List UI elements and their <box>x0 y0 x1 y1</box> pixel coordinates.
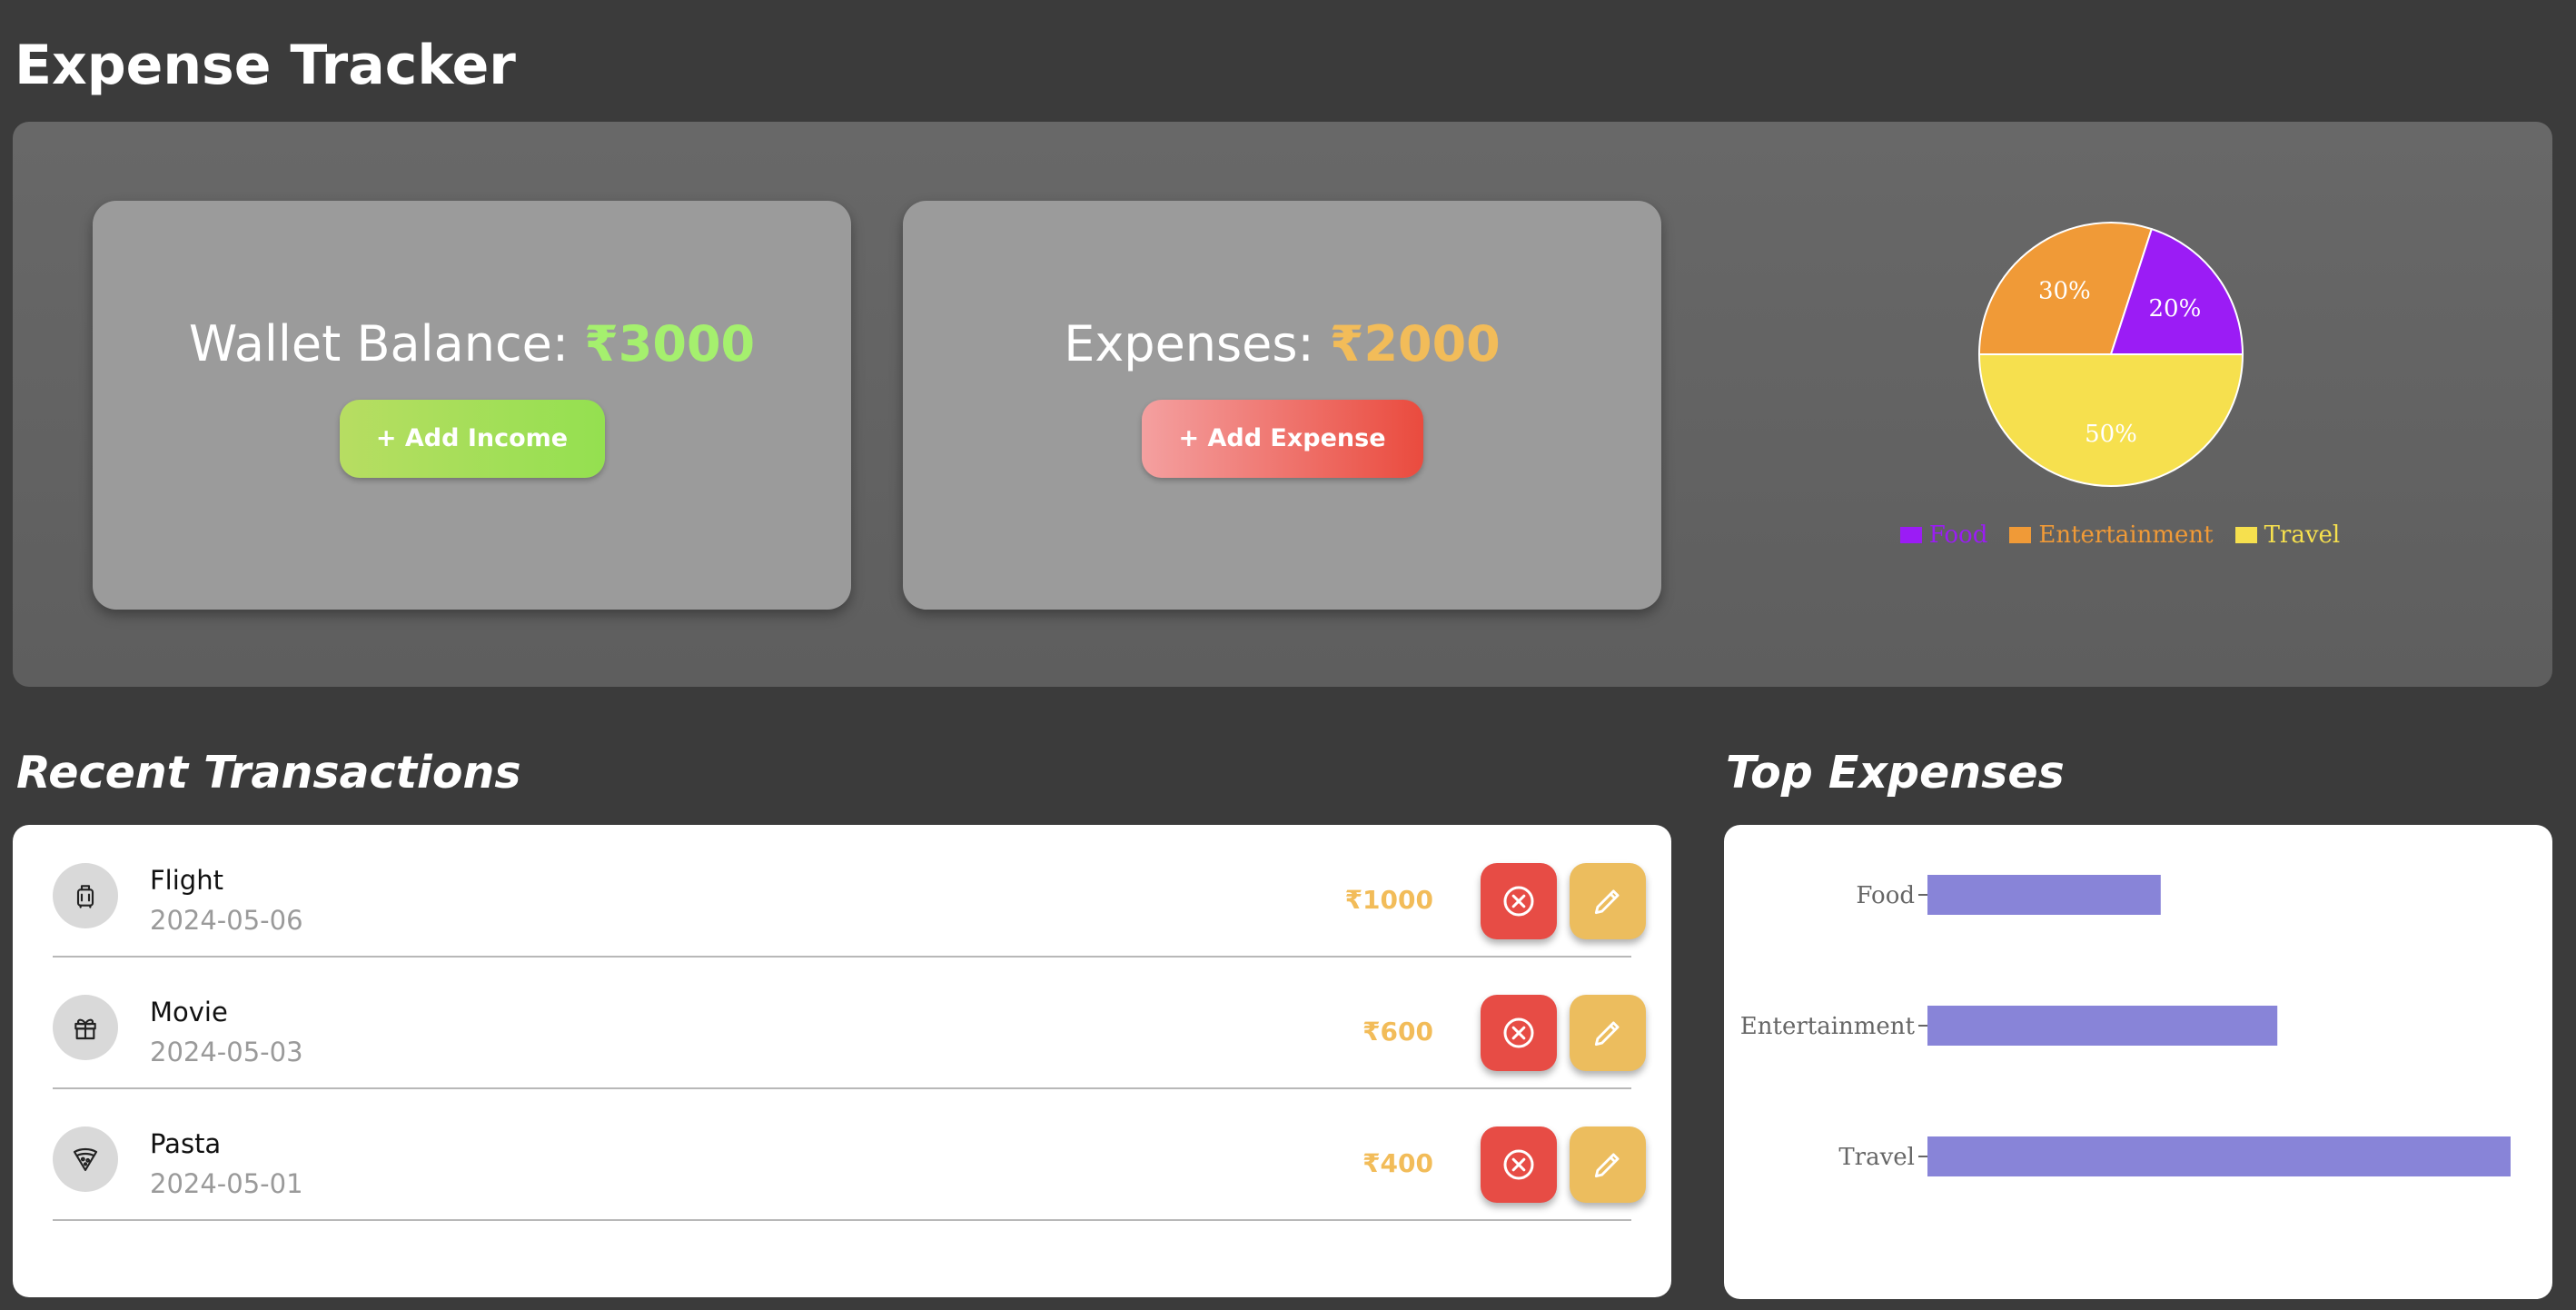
pencil-icon <box>1594 889 1620 915</box>
add-income-button[interactable]: + Add Income <box>339 399 605 478</box>
top-expenses-panel: Food Entertainment Travel <box>1724 825 2552 1299</box>
luggage-icon <box>53 863 118 928</box>
transaction-date: 2024-05-01 <box>150 1168 303 1199</box>
gift-icon <box>53 995 118 1060</box>
close-circle-icon <box>1503 1149 1534 1180</box>
wallet-balance-amount: ₹3000 <box>584 314 756 372</box>
wallet-balance-card: Wallet Balance: ₹3000 + Add Income <box>93 201 851 610</box>
expenses-heading: Expenses: ₹2000 <box>1064 315 1501 372</box>
delete-button[interactable] <box>1481 863 1557 939</box>
pizza-icon <box>53 1126 118 1192</box>
legend-label: Entertainment <box>2038 521 2214 549</box>
pie-chart-svg: 50% 30% 20% <box>1977 222 2244 487</box>
transactions-panel: Flight 2024-05-06 ₹1000 Movie 2024-05-03 <box>13 825 1671 1297</box>
top-expenses-bar-chart: Food Entertainment Travel <box>1740 875 2511 1176</box>
expenses-amount: ₹2000 <box>1329 314 1501 372</box>
transaction-amount: ₹600 <box>1362 1017 1433 1047</box>
add-expense-button[interactable]: + Add Expense <box>1141 399 1423 478</box>
expenses-label: Expenses: <box>1064 314 1330 372</box>
y-axis-tick-label: Food <box>1856 882 1915 909</box>
y-axis-tick-label: Entertainment <box>1740 1013 1916 1040</box>
delete-button[interactable] <box>1481 1126 1557 1203</box>
legend-swatch <box>2009 527 2032 543</box>
summary-panel: Wallet Balance: ₹3000 + Add Income Expen… <box>13 122 2552 687</box>
pie-slice-label: 20% <box>2148 295 2201 323</box>
close-circle-icon <box>1503 1017 1534 1048</box>
legend-swatch <box>1899 527 1922 543</box>
bar-entertainment <box>1927 1006 2278 1046</box>
wallet-balance-label: Wallet Balance: <box>188 314 585 372</box>
legend-item-entertainment: Entertainment <box>2009 521 2214 549</box>
transaction-date: 2024-05-03 <box>150 1037 303 1067</box>
transaction-name: Flight <box>150 865 223 896</box>
transaction-name: Pasta <box>150 1128 222 1159</box>
pencil-icon <box>1594 1021 1620 1047</box>
y-axis-tick-label: Travel <box>1838 1144 1915 1171</box>
bar-food <box>1927 875 2161 915</box>
transaction-amount: ₹400 <box>1362 1148 1433 1178</box>
legend-item-food: Food <box>1899 521 1988 549</box>
legend-label: Food <box>1928 521 1988 549</box>
edit-button[interactable] <box>1570 863 1646 939</box>
pie-legend: Food Entertainment Travel <box>1899 521 2341 549</box>
wallet-balance-heading: Wallet Balance: ₹3000 <box>189 315 755 372</box>
edit-button[interactable] <box>1570 995 1646 1071</box>
transaction-row: Flight 2024-05-06 ₹1000 <box>53 825 1646 958</box>
app-title: Expense Tracker <box>15 34 516 97</box>
transaction-row: Pasta 2024-05-01 ₹400 <box>53 1088 1646 1221</box>
legend-swatch <box>2234 527 2257 543</box>
pencil-icon <box>1594 1153 1620 1178</box>
bar-travel <box>1927 1136 2511 1176</box>
delete-button[interactable] <box>1481 995 1557 1071</box>
transaction-amount: ₹1000 <box>1344 885 1433 915</box>
legend-label: Travel <box>2264 521 2341 549</box>
pie-slice-label: 30% <box>2038 278 2091 305</box>
top-expenses-title: Top Expenses <box>1726 747 2065 799</box>
expenses-card: Expenses: ₹2000 + Add Expense <box>903 201 1661 610</box>
recent-transactions-title: Recent Transactions <box>16 747 521 799</box>
transaction-date: 2024-05-06 <box>150 905 303 936</box>
pie-slice-label: 50% <box>2085 421 2137 448</box>
transaction-name: Movie <box>150 997 228 1027</box>
transaction-row: Movie 2024-05-03 ₹600 <box>53 957 1646 1089</box>
close-circle-icon <box>1503 886 1534 917</box>
legend-item-travel: Travel <box>2234 521 2341 549</box>
edit-button[interactable] <box>1570 1126 1646 1203</box>
expense-pie-chart: 50% 30% 20% Food Entertainment Travel <box>1866 213 2341 621</box>
